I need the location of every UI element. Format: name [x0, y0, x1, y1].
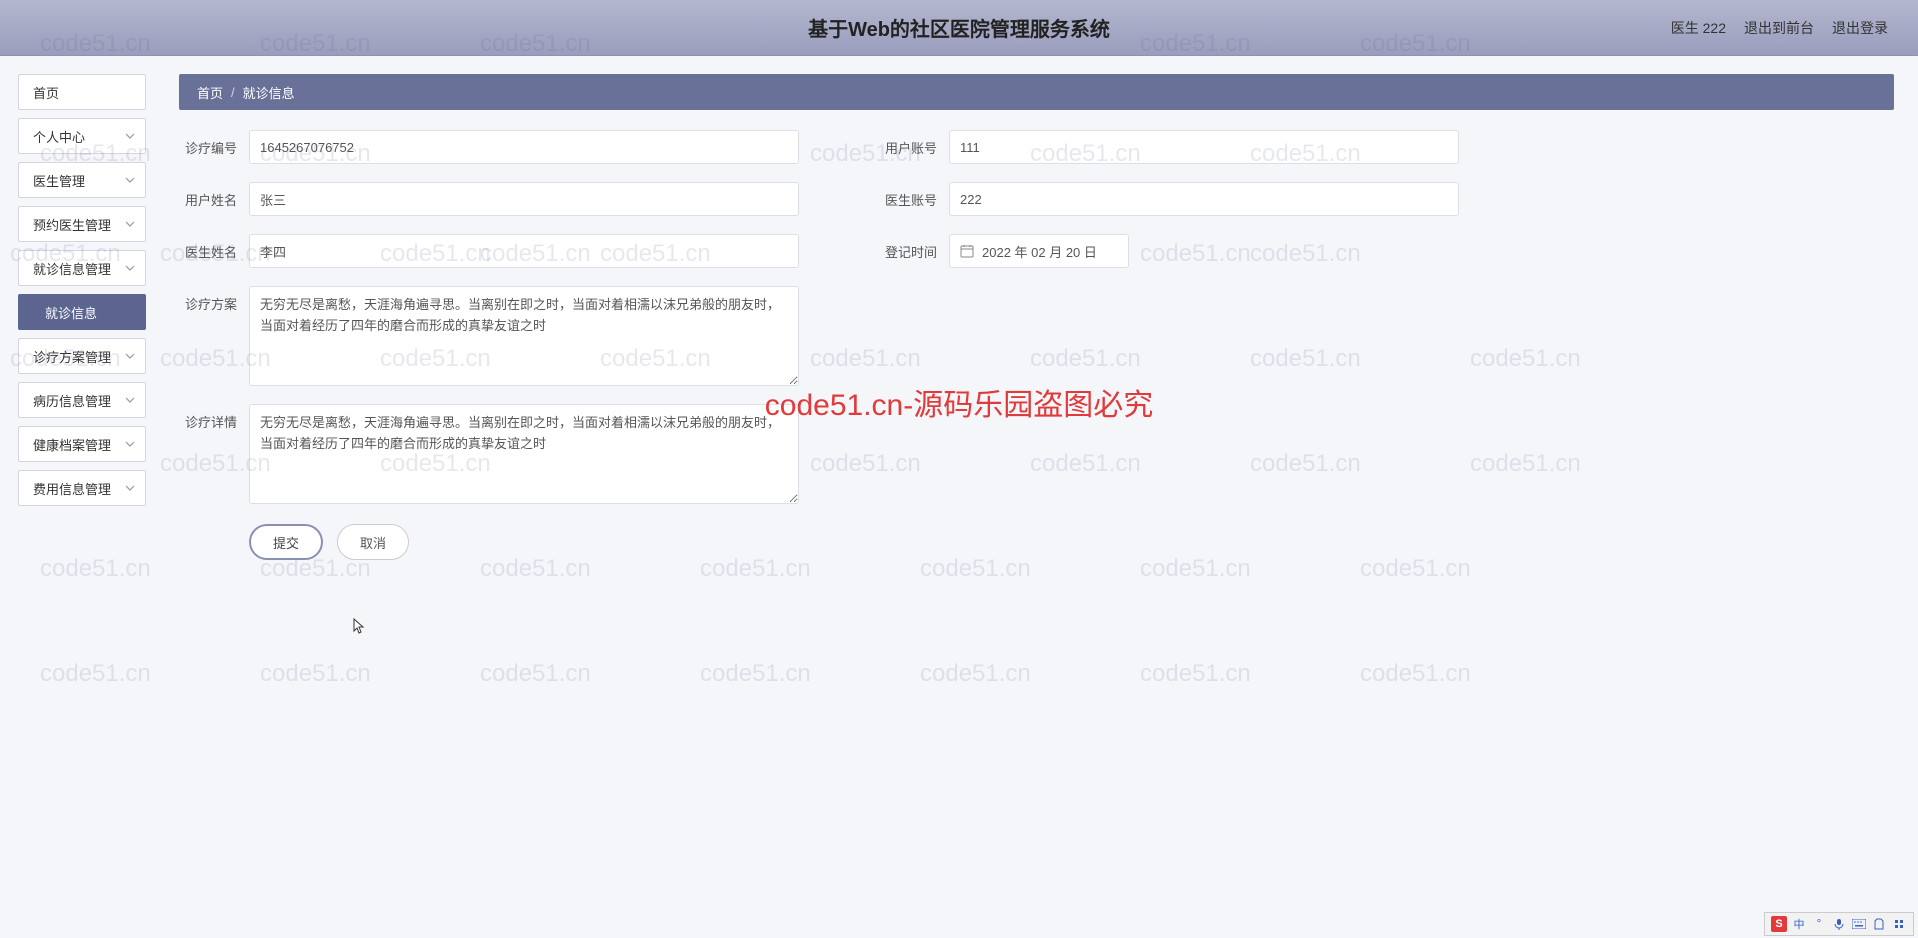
sidebar-item-health-archive-mgmt[interactable]: 健康档案管理	[18, 426, 146, 462]
chevron-down-icon	[125, 439, 135, 449]
ime-logo-icon: S	[1771, 916, 1787, 932]
breadcrumb-separator: /	[231, 85, 235, 100]
label-user-account: 用户账号	[879, 130, 949, 157]
chevron-down-icon	[125, 131, 135, 141]
logout-link[interactable]: 退出登录	[1832, 18, 1888, 38]
input-doctor-account[interactable]	[949, 182, 1459, 216]
input-diag-no[interactable]	[249, 130, 799, 164]
sidebar-item-label: 医生管理	[33, 171, 85, 190]
label-treat-plan: 诊疗方案	[179, 286, 249, 313]
sidebar-item-label: 费用信息管理	[33, 479, 111, 498]
sidebar-item-label: 诊疗方案管理	[33, 347, 111, 366]
chevron-down-icon	[125, 175, 135, 185]
chevron-down-icon	[125, 395, 135, 405]
ime-settings-icon[interactable]	[1891, 916, 1907, 932]
ime-skin-icon[interactable]	[1871, 916, 1887, 932]
content-area: 首页 / 就诊信息 诊疗编号 用户账号 用户姓名	[161, 56, 1918, 938]
chevron-down-icon	[125, 351, 135, 361]
sidebar-item-label: 预约医生管理	[33, 215, 111, 234]
sidebar: 首页 个人中心 医生管理 预约医生管理 就诊信息管理 就诊信息 诊疗方案管理 病…	[0, 56, 161, 938]
sidebar-item-appointment-mgmt[interactable]: 预约医生管理	[18, 206, 146, 242]
current-user[interactable]: 医生 222	[1671, 18, 1726, 38]
sidebar-item-label: 就诊信息管理	[33, 259, 111, 278]
sidebar-item-label: 个人中心	[33, 127, 85, 146]
ime-mic-icon[interactable]	[1831, 916, 1847, 932]
breadcrumb-home[interactable]: 首页	[197, 83, 223, 102]
exit-to-front-link[interactable]: 退出到前台	[1744, 18, 1814, 38]
sidebar-item-medical-record-mgmt[interactable]: 病历信息管理	[18, 382, 146, 418]
sidebar-item-label: 就诊信息	[45, 303, 97, 322]
sidebar-item-visit-info[interactable]: 就诊信息	[18, 294, 146, 330]
input-doctor-name[interactable]	[249, 234, 799, 268]
app-title: 基于Web的社区医院管理服务系统	[808, 13, 1110, 42]
breadcrumb-current: 就诊信息	[243, 83, 295, 102]
sidebar-item-fee-info-mgmt[interactable]: 费用信息管理	[18, 470, 146, 506]
reg-time-value: 2022 年 02 月 20 日	[982, 242, 1097, 261]
ime-lang-indicator[interactable]: 中	[1791, 916, 1807, 932]
calendar-icon	[960, 244, 974, 258]
cancel-button[interactable]: 取消	[337, 524, 409, 560]
sidebar-item-label: 首页	[33, 83, 59, 102]
sidebar-item-doctor-mgmt[interactable]: 医生管理	[18, 162, 146, 198]
input-user-account[interactable]	[949, 130, 1459, 164]
label-reg-time: 登记时间	[879, 234, 949, 261]
breadcrumb: 首页 / 就诊信息	[179, 74, 1894, 110]
header-right: 医生 222 退出到前台 退出登录	[1671, 18, 1888, 38]
sidebar-item-home[interactable]: 首页	[18, 74, 146, 110]
ime-punct-icon[interactable]: °	[1811, 916, 1827, 932]
chevron-down-icon	[125, 483, 135, 493]
ime-toolbar[interactable]: S 中 °	[1764, 912, 1914, 936]
input-user-name[interactable]	[249, 182, 799, 216]
label-doctor-name: 医生姓名	[179, 234, 249, 261]
chevron-down-icon	[125, 263, 135, 273]
sidebar-item-visit-info-mgmt[interactable]: 就诊信息管理	[18, 250, 146, 286]
form: 诊疗编号 用户账号 用户姓名 医生账号	[179, 110, 1894, 560]
sidebar-item-treatment-plan-mgmt[interactable]: 诊疗方案管理	[18, 338, 146, 374]
chevron-down-icon	[125, 219, 135, 229]
label-user-name: 用户姓名	[179, 182, 249, 209]
label-doctor-account: 医生账号	[879, 182, 949, 209]
textarea-treat-plan[interactable]	[249, 286, 799, 386]
label-treat-detail: 诊疗详情	[179, 404, 249, 431]
input-reg-time[interactable]: 2022 年 02 月 20 日	[949, 234, 1129, 268]
sidebar-item-personal[interactable]: 个人中心	[18, 118, 146, 154]
sidebar-item-label: 病历信息管理	[33, 391, 111, 410]
label-diag-no: 诊疗编号	[179, 130, 249, 157]
header-bar: 基于Web的社区医院管理服务系统 医生 222 退出到前台 退出登录	[0, 0, 1918, 56]
textarea-treat-detail[interactable]	[249, 404, 799, 504]
sidebar-item-label: 健康档案管理	[33, 435, 111, 454]
submit-button[interactable]: 提交	[249, 524, 323, 560]
ime-keyboard-icon[interactable]	[1851, 916, 1867, 932]
